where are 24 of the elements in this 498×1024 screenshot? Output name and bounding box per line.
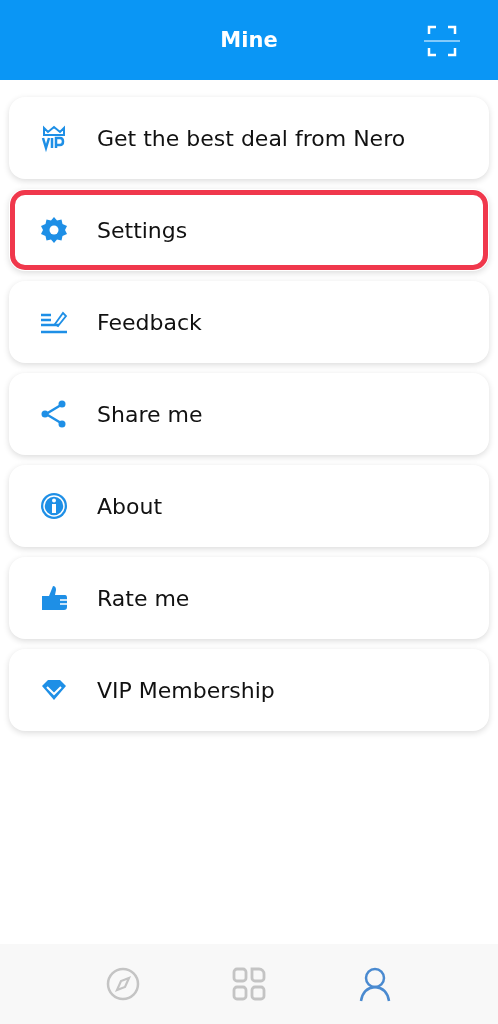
menu-label: Get the best deal from Nero: [97, 125, 406, 151]
page-title: Mine: [220, 28, 278, 52]
menu-label: Rate me: [97, 585, 190, 611]
person-icon: [357, 966, 393, 1002]
settings-icon: [39, 215, 69, 245]
menu-label: Share me: [97, 401, 203, 427]
nav-tab[interactable]: [357, 966, 393, 1002]
menu-item[interactable]: Get the best deal from Nero: [9, 97, 489, 179]
menu-label: VIP Membership: [97, 677, 275, 703]
menu-item[interactable]: Settings: [9, 189, 489, 271]
grid-icon: [231, 966, 267, 1002]
menu-item[interactable]: About: [9, 465, 489, 547]
menu-item[interactable]: Feedback: [9, 281, 489, 363]
nav-tab[interactable]: [231, 966, 267, 1002]
menu-item[interactable]: Rate me: [9, 557, 489, 639]
nav-tab[interactable]: [105, 966, 141, 1002]
thumbs-up-icon: [39, 583, 69, 613]
menu-item[interactable]: Share me: [9, 373, 489, 455]
menu-label: About: [97, 493, 163, 519]
menu-label: Settings: [97, 217, 188, 243]
info-icon: [39, 491, 69, 521]
compass-icon: [105, 966, 141, 1002]
menu-label: Feedback: [97, 309, 202, 335]
menu-item[interactable]: VIP Membership: [9, 649, 489, 731]
